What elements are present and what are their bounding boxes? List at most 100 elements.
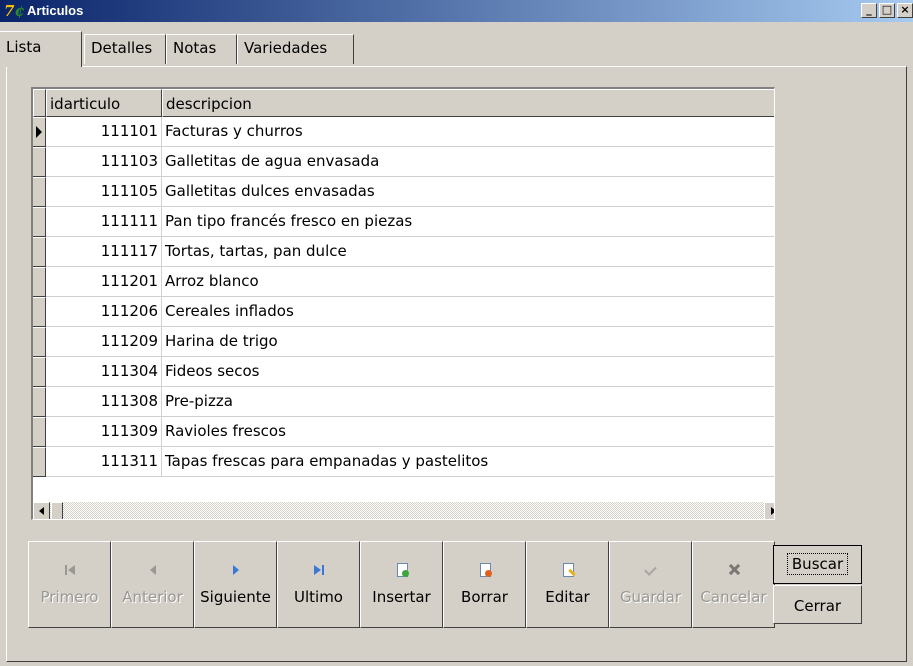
last-record-button[interactable]: Ultimo — [277, 541, 360, 628]
row-indicator[interactable] — [33, 447, 46, 477]
arrow-left-icon — [39, 507, 44, 515]
cell-descripcion[interactable]: Arroz blanco — [162, 267, 774, 297]
delete-record-button[interactable]: Borrar — [443, 541, 526, 628]
close-button-label: Cerrar — [793, 597, 842, 615]
table-row[interactable]: 111311 Tapas frescas para empanadas y pas… — [33, 447, 774, 477]
cell-idarticulo[interactable]: 111308 — [46, 387, 162, 417]
tab-lista[interactable]: Lista — [0, 31, 82, 67]
prior-record-icon — [145, 562, 161, 578]
post-record-button[interactable]: Guardar — [609, 541, 692, 628]
delete-record-label: Borrar — [461, 588, 508, 606]
insert-record-label: Insertar — [372, 588, 431, 606]
table-row[interactable]: 111103 Galletitas de agua envasada — [33, 147, 774, 177]
scroll-left-button[interactable] — [33, 502, 50, 519]
app-logo-icon[interactable]: 7¢ — [4, 2, 26, 20]
row-indicator[interactable] — [33, 267, 46, 297]
first-record-label: Primero — [40, 588, 99, 606]
cell-idarticulo[interactable]: 111209 — [46, 327, 162, 357]
cell-descripcion[interactable]: Galletitas de agua envasada — [162, 147, 774, 177]
first-record-icon — [62, 562, 78, 578]
insert-doc-icon — [394, 562, 410, 578]
next-record-icon — [228, 562, 244, 578]
cell-descripcion[interactable]: Tapas frescas para empanadas y pastelito… — [162, 447, 774, 477]
last-record-label: Ultimo — [294, 588, 343, 606]
cell-descripcion[interactable]: Galletitas dulces envasadas — [162, 177, 774, 207]
tab-notas[interactable]: Notas — [166, 34, 237, 64]
cell-descripcion[interactable]: Fideos secos — [162, 357, 774, 387]
cell-idarticulo[interactable]: 111105 — [46, 177, 162, 207]
next-record-label: Siguiente — [200, 588, 271, 606]
post-record-label: Guardar — [619, 588, 682, 606]
cell-descripcion[interactable]: Ravioles frescos — [162, 417, 774, 447]
cell-idarticulo[interactable]: 111117 — [46, 237, 162, 267]
close-window-button[interactable]: × — [897, 3, 913, 18]
cell-descripcion[interactable]: Pan tipo francés fresco en piezas — [162, 207, 774, 237]
horizontal-scrollbar[interactable] — [33, 502, 774, 519]
title-bar[interactable]: 7¢ Articulos _ □ × — [0, 0, 913, 22]
cell-idarticulo[interactable]: 111311 — [46, 447, 162, 477]
row-indicator[interactable] — [33, 417, 46, 447]
delete-doc-icon — [477, 562, 493, 578]
row-indicator[interactable] — [33, 117, 46, 147]
table-row[interactable]: 111117 Tortas, tartas, pan dulce — [33, 237, 774, 267]
tab-variedades[interactable]: Variedades — [237, 34, 354, 64]
grid-corner-header — [33, 89, 46, 117]
search-button-label: Buscar — [786, 553, 849, 575]
table-row[interactable]: 111209 Harina de trigo — [33, 327, 774, 357]
close-button[interactable]: Cerrar — [773, 585, 862, 624]
table-row[interactable]: 111201 Arroz blanco — [33, 267, 774, 297]
articles-grid[interactable]: idarticulo descripcion 111101 Facturas y … — [31, 87, 775, 520]
row-indicator[interactable] — [33, 237, 46, 267]
search-button[interactable]: Buscar — [773, 545, 862, 584]
cell-descripcion[interactable]: Pre-pizza — [162, 387, 774, 417]
row-indicator[interactable] — [33, 327, 46, 357]
cell-descripcion[interactable]: Facturas y churros — [162, 117, 774, 147]
tab-detalles[interactable]: Detalles — [84, 34, 166, 64]
check-icon — [643, 562, 659, 578]
first-record-button[interactable]: Primero — [28, 541, 111, 628]
scroll-right-button[interactable] — [764, 502, 774, 519]
table-row[interactable]: 111111 Pan tipo francés fresco en piezas — [33, 207, 774, 237]
row-indicator[interactable] — [33, 147, 46, 177]
insert-record-button[interactable]: Insertar — [360, 541, 443, 628]
edit-doc-icon — [560, 562, 576, 578]
cell-idarticulo[interactable]: 111103 — [46, 147, 162, 177]
current-row-arrow-icon — [36, 126, 42, 138]
next-record-button[interactable]: Siguiente — [194, 541, 277, 628]
edit-record-label: Editar — [545, 588, 590, 606]
cell-descripcion[interactable]: Harina de trigo — [162, 327, 774, 357]
cell-idarticulo[interactable]: 111101 — [46, 117, 162, 147]
cell-descripcion[interactable]: Cereales inflados — [162, 297, 774, 327]
table-row[interactable]: 111105 Galletitas dulces envasadas — [33, 177, 774, 207]
arrow-right-icon — [771, 507, 774, 515]
cell-idarticulo[interactable]: 111206 — [46, 297, 162, 327]
prior-record-label: Anterior — [122, 588, 183, 606]
table-row[interactable]: 111309 Ravioles frescos — [33, 417, 774, 447]
cell-idarticulo[interactable]: 111304 — [46, 357, 162, 387]
table-row[interactable]: 111308 Pre-pizza — [33, 387, 774, 417]
maximize-button[interactable]: □ — [879, 3, 895, 18]
row-indicator[interactable] — [33, 177, 46, 207]
row-indicator[interactable] — [33, 207, 46, 237]
minimize-button[interactable]: _ — [861, 3, 877, 18]
table-row[interactable]: 111304 Fideos secos — [33, 357, 774, 387]
row-indicator[interactable] — [33, 357, 46, 387]
row-indicator[interactable] — [33, 387, 46, 417]
cell-descripcion[interactable]: Tortas, tartas, pan dulce — [162, 237, 774, 267]
edit-record-button[interactable]: Editar — [526, 541, 609, 628]
cell-idarticulo[interactable]: 111201 — [46, 267, 162, 297]
window-controls: _ □ × — [859, 3, 913, 19]
cancel-record-label: Cancelar — [700, 588, 767, 606]
column-header-idarticulo[interactable]: idarticulo — [46, 89, 162, 117]
cell-idarticulo[interactable]: 111309 — [46, 417, 162, 447]
horizontal-scroll-thumb[interactable] — [51, 502, 63, 519]
cell-idarticulo[interactable]: 111111 — [46, 207, 162, 237]
table-row[interactable]: 111206 Cereales inflados — [33, 297, 774, 327]
table-row[interactable]: 111101 Facturas y churros — [33, 117, 774, 147]
column-header-descripcion[interactable]: descripcion — [162, 89, 774, 117]
window-title: Articulos — [27, 3, 84, 18]
cancel-x-icon — [726, 562, 742, 578]
prior-record-button[interactable]: Anterior — [111, 541, 194, 628]
row-indicator[interactable] — [33, 297, 46, 327]
cancel-record-button[interactable]: Cancelar — [692, 541, 775, 628]
